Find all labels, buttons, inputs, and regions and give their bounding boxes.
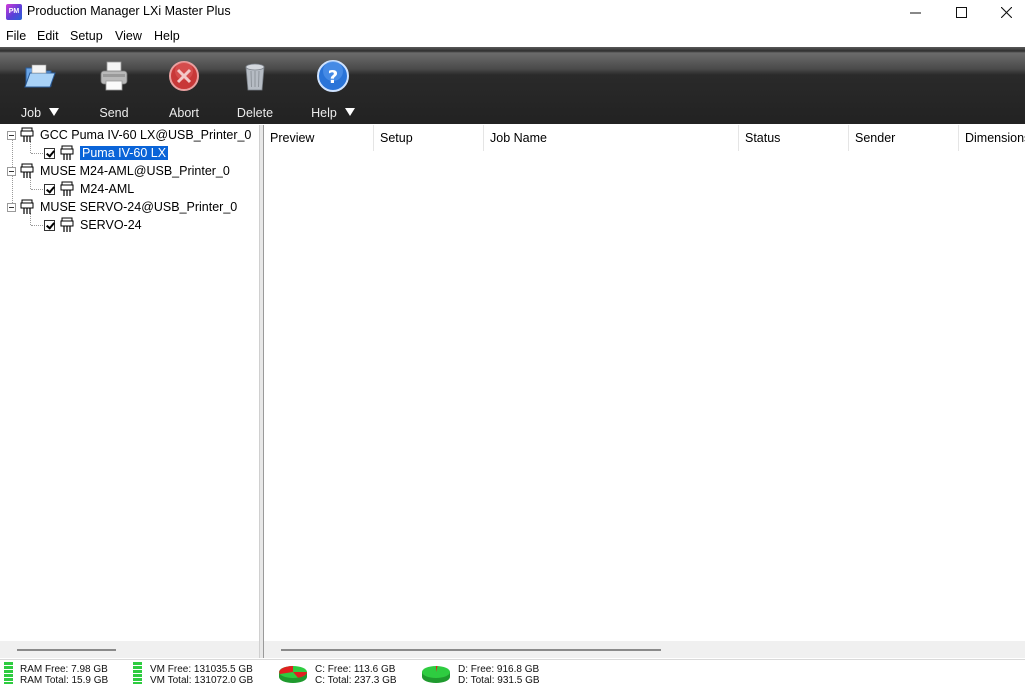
trash-icon [245,63,265,91]
tree-printer-label: MUSE SERVO-24@USB_Printer_0 [40,200,238,214]
tree-printer-label: GCC Puma IV-60 LX@USB_Printer_0 [40,128,252,142]
close-button[interactable] [983,0,1025,25]
drive-c-stats: C: Free: 113.6 GB C: Total: 237.3 GB [315,664,397,686]
menu-bar: File Edit Setup View Help [0,26,1025,47]
maximize-icon [955,7,967,18]
column-header-job-name[interactable]: Job Name [484,125,739,151]
tree-queue-label[interactable]: SERVO-24 [80,218,142,232]
folder-icon [24,64,56,88]
tree-connector [31,189,43,190]
printer-icon [20,199,34,214]
printer-icon [20,127,34,142]
minimize-button[interactable] [892,0,938,25]
drive-c-total: C: Total: 237.3 GB [315,675,397,686]
collapse-toggle[interactable] [7,202,16,212]
tree-horizontal-scrollbar[interactable] [0,641,259,658]
vm-stats: VM Free: 131035.5 GB VM Total: 131072.0 … [150,664,253,686]
drive-d-stats: D: Free: 916.8 GB D: Total: 931.5 GB [458,664,540,686]
help-icon: ? [317,60,349,92]
drive-d-pie-icon [422,665,450,683]
maximize-button[interactable] [938,0,984,25]
help-button[interactable]: ? Help [298,55,368,121]
tree-printer-node[interactable]: MUSE SERVO-24@USB_Printer_0 [7,198,237,216]
svg-text:?: ? [328,67,338,88]
column-header-dimensions[interactable]: Dimensions [959,125,1025,151]
tree-queue-label-selected[interactable]: Puma IV-60 LX [78,145,170,161]
abort-x-icon [169,61,199,91]
drive-d-free: D: Free: 916.8 GB [458,664,540,675]
tree-queue-node[interactable]: M24-AML [44,180,134,198]
send-button[interactable]: Send [79,55,149,121]
window-title: Production Manager LXi Master Plus [27,4,231,18]
minimize-icon [909,12,921,14]
printer-send-icon [100,61,128,91]
queue-checkbox[interactable] [44,183,55,195]
tree-queue-label[interactable]: M24-AML [80,182,134,196]
tree-connector [31,153,43,154]
abort-button-label: Abort [169,106,199,120]
printer-tree: GCC Puma IV-60 LX@USB_Printer_0 Puma IV-… [0,125,259,641]
tree-printer-node[interactable]: GCC Puma IV-60 LX@USB_Printer_0 [7,126,251,144]
menu-edit[interactable]: Edit [37,29,59,43]
queue-checkbox[interactable] [44,219,55,231]
abort-button[interactable]: Abort [149,55,219,121]
collapse-toggle[interactable] [7,166,16,176]
help-button-label: Help [311,106,337,120]
tree-printer-label: MUSE M24-AML@USB_Printer_0 [40,164,230,178]
menu-setup[interactable]: Setup [70,29,103,43]
scrollbar-thumb[interactable] [17,649,116,651]
column-header-preview[interactable]: Preview [264,125,374,151]
menu-help[interactable]: Help [154,29,180,43]
printer-icon [60,145,74,160]
column-header-status[interactable]: Status [739,125,849,151]
tree-connector [31,225,43,226]
app-icon: PM [6,4,22,20]
dropdown-arrow-icon [49,108,60,116]
send-button-label: Send [99,106,129,120]
job-button-label: Job [20,106,42,120]
column-headers: Preview Setup Job Name Status Sender Dim… [264,125,1025,151]
menu-file[interactable]: File [6,29,26,43]
column-header-setup[interactable]: Setup [374,125,484,151]
title-bar: PM Production Manager LXi Master Plus [0,0,1025,25]
collapse-toggle[interactable] [7,130,16,140]
tree-queue-node[interactable]: SERVO-24 [44,216,142,234]
printer-icon [60,181,74,196]
job-list: Preview Setup Job Name Status Sender Dim… [264,125,1025,641]
ram-stats: RAM Free: 7.98 GB RAM Total: 15.9 GB [20,664,108,686]
tree-printer-node[interactable]: MUSE M24-AML@USB_Printer_0 [7,162,230,180]
scrollbar-thumb[interactable] [281,649,661,651]
close-icon [1000,7,1012,18]
drive-d-total: D: Total: 931.5 GB [458,675,540,686]
delete-button[interactable]: Delete [220,55,290,121]
vm-usage-bar-icon [133,662,142,684]
ram-total: RAM Total: 15.9 GB [20,675,109,686]
toolbar: Job Send Abort Delete ? Help [0,47,1025,124]
job-button[interactable]: Job [5,55,75,121]
tree-queue-node[interactable]: Puma IV-60 LX [44,144,170,162]
vm-total: VM Total: 131072.0 GB [150,675,254,686]
menu-view[interactable]: View [115,29,142,43]
delete-button-label: Delete [236,106,274,120]
status-bar: RAM Free: 7.98 GB RAM Total: 15.9 GB VM … [0,659,1025,686]
ram-free: RAM Free: 7.98 GB [20,664,108,675]
vm-free: VM Free: 131035.5 GB [150,664,253,675]
printer-icon [20,163,34,178]
queue-checkbox[interactable] [44,147,55,159]
ram-usage-bar-icon [4,662,13,684]
drive-c-pie-icon [279,666,308,683]
job-list-horizontal-scrollbar[interactable] [264,641,1025,658]
column-header-sender[interactable]: Sender [849,125,959,151]
printer-icon [60,217,74,232]
drive-c-free: C: Free: 113.6 GB [315,664,396,675]
dropdown-arrow-icon [344,108,355,116]
